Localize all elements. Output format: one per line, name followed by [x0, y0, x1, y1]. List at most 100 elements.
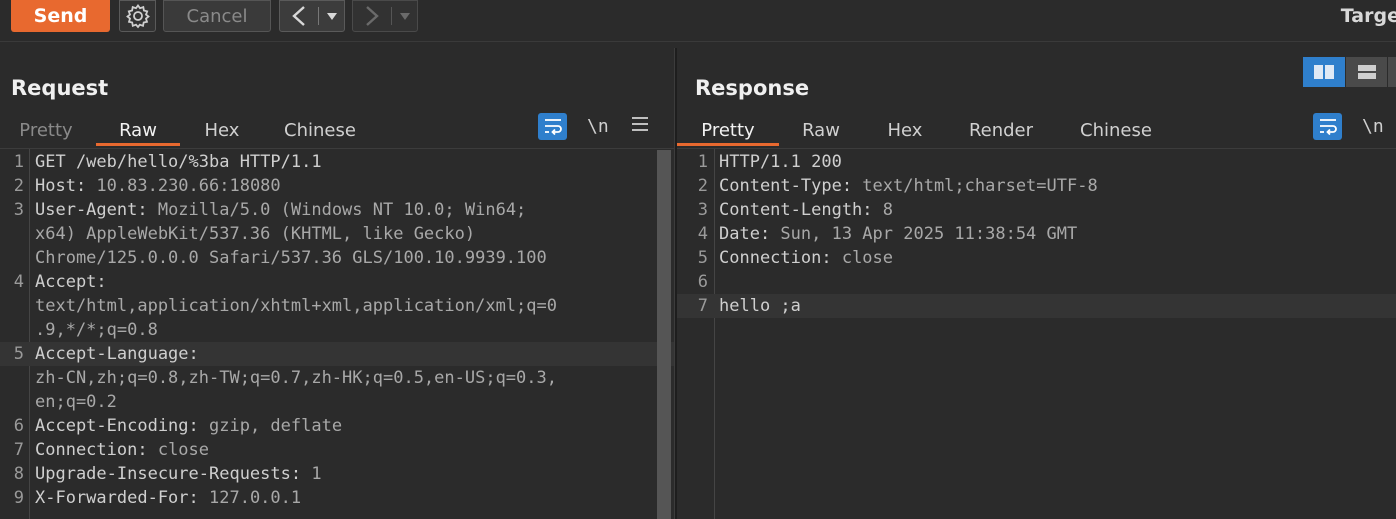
layout-side-by-side-button[interactable]	[1303, 57, 1345, 87]
line-number: 3	[13, 200, 24, 220]
response-tab-chinese[interactable]: Chinese	[1055, 114, 1177, 146]
cancel-button[interactable]: Cancel	[163, 0, 271, 32]
header-name: Connection:	[719, 248, 842, 268]
code-line[interactable]: x64) AppleWebKit/537.36 (KHTML, like Gec…	[0, 222, 674, 246]
header-name: Host:	[35, 176, 97, 196]
forward-button-group[interactable]	[352, 0, 418, 32]
code-line[interactable]: text/html,application/xhtml+xml,applicat…	[0, 294, 674, 318]
header-name: Connection:	[35, 440, 158, 460]
header-value: gzip, deflate	[209, 416, 343, 436]
code-line[interactable]: 2 Host: 10.83.230.66:18080	[0, 174, 674, 198]
request-tab-hex[interactable]: Hex	[180, 114, 264, 146]
line-number: 2	[13, 176, 24, 196]
line-content: en;q=0.2	[35, 390, 117, 414]
code-line[interactable]: 8 Upgrade-Insecure-Requests: 1	[0, 462, 674, 486]
forward-history-dropdown[interactable]	[393, 1, 417, 31]
gear-icon	[125, 3, 150, 29]
header-value: .9,*/*;q=0.8	[35, 320, 158, 340]
response-title: Response	[695, 76, 810, 100]
header-name: Content-Type:	[719, 176, 863, 196]
code-line[interactable]: 4 Accept:	[0, 270, 674, 294]
code-line[interactable]: 6 Accept-Encoding: gzip, deflate	[0, 414, 674, 438]
response-tab-raw[interactable]: Raw	[779, 114, 863, 146]
header-name: Accept:	[35, 272, 107, 292]
triangle-down-icon	[326, 13, 337, 20]
header-value: Chrome/125.0.0.0 Safari/537.36 GLS/100.1…	[35, 248, 547, 268]
hamburger-menu-icon	[631, 116, 648, 131]
separator	[390, 7, 392, 25]
header-value: close	[841, 248, 894, 268]
code-line[interactable]: en;q=0.2	[0, 390, 674, 414]
code-line[interactable]: 7 Connection: close	[0, 438, 674, 462]
code-line[interactable]: 4 Date: Sun, 13 Apr 2025 11:38:54 GMT	[677, 222, 1396, 246]
response-tab-tools: \n	[1313, 112, 1384, 140]
code-line[interactable]: 5 Accept-Language:	[0, 342, 674, 366]
back-button-group[interactable]	[279, 0, 345, 32]
line-content: .9,*/*;q=0.8	[35, 318, 158, 342]
line-number: 2	[697, 176, 708, 196]
code-line[interactable]: 2 Content-Type: text/html;charset=UTF-8	[677, 174, 1396, 198]
settings-button[interactable]	[119, 0, 156, 32]
layout-stacked-button[interactable]	[1345, 57, 1387, 87]
header-value: Mozilla/5.0 (Windows NT 10.0; Win64;	[157, 200, 527, 220]
line-number: 4	[13, 272, 24, 292]
header-name: Accept-Encoding:	[35, 416, 209, 436]
code-line[interactable]: 9 X-Forwarded-For: 127.0.0.1	[0, 486, 674, 510]
header-name: X-Forwarded-For:	[35, 488, 209, 508]
code-line[interactable]: zh-CN,zh;q=0.8,zh-TW;q=0.7,zh-HK;q=0.5,e…	[0, 366, 674, 390]
request-editor[interactable]: 1 GET /web/hello/%3ba HTTP/1.1 2 Host: 10.8…	[0, 148, 674, 519]
code-line[interactable]: Chrome/125.0.0.0 Safari/537.36 GLS/100.1…	[0, 246, 674, 270]
code-line[interactable]: 1 HTTP/1.1 200	[677, 150, 1396, 174]
separator	[317, 7, 319, 25]
line-number: 9	[13, 488, 24, 508]
response-tab-render[interactable]: Render	[947, 114, 1055, 146]
code-line[interactable]: 3 Content-Length: 8	[677, 198, 1396, 222]
header-value: x64) AppleWebKit/537.36 (KHTML, like Gec…	[35, 224, 476, 244]
send-button[interactable]: Send	[11, 0, 110, 32]
request-menu-button[interactable]	[631, 116, 649, 137]
line-content: Content-Type: text/html;charset=UTF-8	[719, 174, 1098, 198]
layout-tabs-button[interactable]	[1387, 57, 1396, 87]
line-number: 6	[697, 272, 708, 292]
line-content: hello ;a	[719, 294, 801, 318]
header-name: Accept-Language:	[35, 344, 199, 364]
response-tab-hex[interactable]: Hex	[863, 114, 947, 146]
request-scrollbar[interactable]	[657, 150, 671, 519]
header-name: Upgrade-Insecure-Requests:	[35, 464, 312, 484]
code-line[interactable]: 6	[677, 270, 1396, 294]
code-line[interactable]: 3 User-Agent: Mozilla/5.0 (Windows NT 10.…	[0, 198, 674, 222]
code-line[interactable]: 5 Connection: close	[677, 246, 1396, 270]
request-tab-chinese[interactable]: Chinese	[264, 114, 376, 146]
response-newline-toggle[interactable]: \n	[1362, 116, 1384, 137]
response-wrap-button[interactable]	[1313, 112, 1342, 140]
request-wrap-button[interactable]	[538, 112, 567, 140]
line-content: Content-Length: 8	[719, 198, 893, 222]
header-name: Content-Length:	[719, 200, 883, 220]
response-tab-pretty[interactable]: Pretty	[677, 114, 779, 146]
line-content: User-Agent: Mozilla/5.0 (Windows NT 10.0…	[35, 198, 526, 222]
triangle-down-icon	[399, 13, 410, 20]
header-value: text/html,application/xhtml+xml,applicat…	[35, 296, 557, 316]
header-name: User-Agent:	[35, 200, 158, 220]
line-content: Upgrade-Insecure-Requests: 1	[35, 462, 322, 486]
request-tabs: Pretty Raw Hex Chinese	[0, 114, 376, 146]
request-tab-raw[interactable]: Raw	[96, 114, 180, 146]
request-newline-toggle[interactable]: \n	[587, 116, 609, 137]
code-line[interactable]: 7 hello ;a	[677, 294, 1396, 318]
response-editor[interactable]: 1 HTTP/1.1 200 2 Content-Type: text/html;ch…	[677, 148, 1396, 519]
line-content: Date: Sun, 13 Apr 2025 11:38:54 GMT	[719, 222, 1077, 246]
code-line[interactable]: 1 GET /web/hello/%3ba HTTP/1.1	[0, 150, 674, 174]
rows-layout-icon	[1357, 65, 1376, 79]
line-number: 1	[697, 152, 708, 172]
request-scroll-thumb[interactable]	[657, 150, 671, 519]
forward-button[interactable]	[354, 1, 390, 31]
request-tab-pretty[interactable]: Pretty	[0, 114, 92, 146]
line-content: Connection: close	[35, 438, 209, 462]
target-label[interactable]: Targe	[1341, 5, 1396, 27]
back-history-dropdown[interactable]	[320, 1, 344, 31]
chevron-right-icon	[365, 6, 379, 26]
header-value: en;q=0.2	[35, 392, 117, 412]
columns-layout-icon	[1314, 65, 1334, 79]
code-line[interactable]: .9,*/*;q=0.8	[0, 318, 674, 342]
back-button[interactable]	[281, 1, 317, 31]
